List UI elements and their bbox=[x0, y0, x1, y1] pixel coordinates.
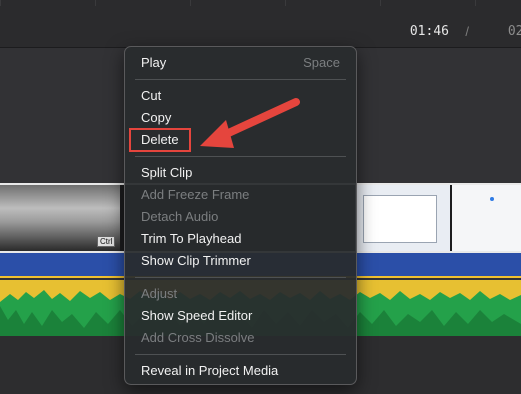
menu-item-label: Split Clip bbox=[141, 165, 193, 180]
menu-item-label: Play bbox=[141, 55, 167, 70]
menu-item-label: Add Cross Dissolve bbox=[141, 330, 255, 345]
menu-separator bbox=[135, 354, 346, 355]
menu-item-split-clip[interactable]: Split Clip bbox=[125, 162, 356, 184]
menu-item-label: Copy bbox=[141, 110, 172, 125]
menu-item-label: Show Clip Trimmer bbox=[141, 253, 251, 268]
clip-thumbnail[interactable] bbox=[452, 185, 521, 251]
menu-item-shortcut: Space bbox=[303, 55, 340, 70]
thumbnail-dot bbox=[490, 197, 494, 201]
menu-item-adjust[interactable]: Adjust bbox=[125, 283, 356, 305]
menu-separator bbox=[135, 277, 346, 278]
delete-highlight-box bbox=[129, 128, 191, 152]
menu-item-add-cross-dissolve[interactable]: Add Cross Dissolve bbox=[125, 327, 356, 349]
menu-item-label: Reveal in Project Media bbox=[141, 363, 279, 378]
menu-item-play[interactable]: Play Space bbox=[125, 52, 356, 74]
menu-item-label: Show Speed Editor bbox=[141, 308, 253, 323]
thumbnail-window-image bbox=[363, 195, 437, 243]
timeline-header: 01:46 / 02:28 bbox=[0, 0, 521, 48]
menu-item-show-speed-editor[interactable]: Show Speed Editor bbox=[125, 305, 356, 327]
timeline-ruler[interactable] bbox=[0, 0, 521, 6]
menu-item-label: Detach Audio bbox=[141, 209, 219, 224]
total-duration: 02:28 bbox=[507, 24, 521, 39]
clip-thumbnail[interactable] bbox=[355, 185, 450, 251]
menu-item-reveal-in-project-media[interactable]: Reveal in Project Media bbox=[125, 360, 356, 382]
thumbnail-ctrl-label: Ctrl bbox=[97, 236, 116, 247]
menu-item-label: Add Freeze Frame bbox=[141, 187, 250, 202]
red-arrow-icon bbox=[200, 98, 300, 148]
menu-item-trim-to-playhead[interactable]: Trim To Playhead bbox=[125, 228, 356, 250]
menu-item-show-clip-trimmer[interactable]: Show Clip Trimmer bbox=[125, 250, 356, 272]
current-timecode: 01:46 bbox=[409, 24, 449, 39]
menu-separator bbox=[135, 156, 346, 157]
menu-item-add-freeze-frame[interactable]: Add Freeze Frame bbox=[125, 184, 356, 206]
menu-item-label: Trim To Playhead bbox=[141, 231, 242, 246]
timecode-separator: / bbox=[465, 24, 469, 39]
menu-separator bbox=[135, 79, 346, 80]
menu-item-detach-audio[interactable]: Detach Audio bbox=[125, 206, 356, 228]
menu-item-label: Cut bbox=[141, 88, 162, 103]
menu-item-label: Adjust bbox=[141, 286, 178, 301]
